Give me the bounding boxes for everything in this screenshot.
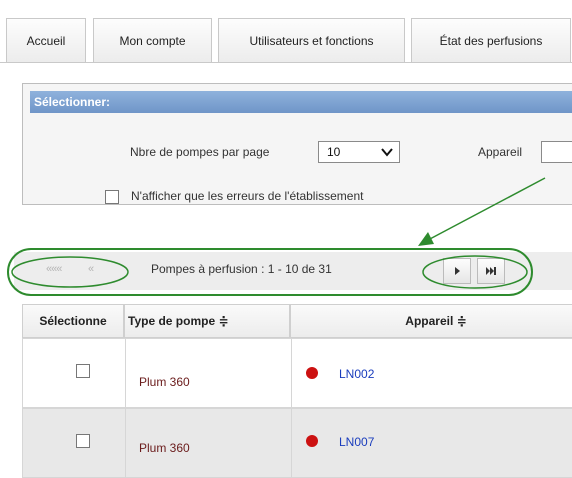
row-select-checkbox[interactable] (76, 434, 90, 448)
top-tab-bar: Accueil Mon compte Utilisateurs et fonct… (0, 18, 572, 63)
next-page-icon (455, 267, 460, 275)
row-select-checkbox[interactable] (76, 364, 90, 378)
device-link[interactable]: LN007 (339, 435, 374, 449)
column-header-label: Type de pompe ≑ (128, 314, 229, 328)
table-row[interactable]: Plum 360 LN002 (22, 338, 572, 408)
annotation-arrowhead-icon (418, 232, 434, 246)
table-row[interactable]: Plum 360 LN007 (22, 408, 572, 478)
tab-label: État des perfusions (439, 33, 543, 48)
tab-label: Accueil (26, 33, 66, 48)
tab-label: Utilisateurs et fonctions (249, 33, 374, 48)
next-page-button[interactable] (443, 258, 471, 284)
pump-type-cell: Plum 360 (139, 375, 190, 389)
tab-my-account[interactable]: Mon compte (93, 18, 212, 62)
first-page-button[interactable]: ««« (46, 263, 62, 275)
device-label: Appareil (478, 145, 523, 159)
cell-divider (291, 339, 292, 407)
errors-only-label: N'afficher que les erreurs de l'établiss… (131, 189, 364, 203)
pump-type-cell: Plum 360 (139, 441, 190, 455)
pumps-per-page-select[interactable]: 10 (318, 141, 400, 163)
pump-table: Sélectionne Type de pompe ≑ Appareil ≑ P… (22, 304, 572, 478)
tab-label: Mon compte (119, 33, 186, 48)
cell-divider (125, 339, 126, 407)
column-header-label: Sélectionne (39, 314, 107, 328)
column-header-select[interactable]: Sélectionne (22, 304, 124, 338)
filter-panel-header: Sélectionner: (30, 91, 572, 113)
column-header-device[interactable]: Appareil ≑ (290, 304, 572, 338)
previous-page-button[interactable]: « (88, 263, 94, 275)
status-dot (306, 367, 318, 379)
tab-users-and-roles[interactable]: Utilisateurs et fonctions (218, 18, 405, 62)
tab-infusion-status[interactable]: État des perfusions (411, 18, 571, 62)
tab-home[interactable]: Accueil (6, 18, 86, 62)
column-header-pump-type[interactable]: Type de pompe ≑ (124, 304, 290, 338)
pagination-summary: Pompes à perfusion : 1 - 10 de 31 (151, 262, 332, 276)
errors-only-checkbox[interactable] (105, 190, 119, 204)
pumps-per-page-value: 10 (327, 145, 341, 159)
pumps-per-page-label: Nbre de pompes par page (130, 145, 270, 159)
status-dot (306, 435, 318, 447)
last-page-icon (486, 267, 496, 275)
device-link[interactable]: LN002 (339, 367, 374, 381)
device-input[interactable] (541, 141, 572, 163)
chevron-down-icon (381, 148, 393, 157)
last-page-button[interactable] (477, 258, 505, 284)
column-header-label: Appareil ≑ (405, 314, 467, 328)
